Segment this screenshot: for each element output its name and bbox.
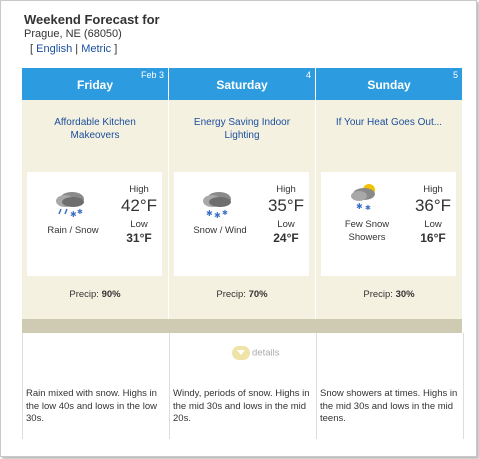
precip-value: 70%: [248, 289, 268, 300]
low-label: Low: [130, 219, 148, 230]
high-label: High: [423, 184, 443, 195]
rain-snow-icon: ✱ ✱: [56, 192, 84, 219]
high-temp: 35°F: [267, 196, 305, 215]
svg-text:✱: ✱: [222, 209, 228, 217]
svg-text:✱: ✱: [214, 211, 221, 220]
precip-value: 90%: [101, 289, 121, 300]
chevron-down-icon: [232, 346, 250, 360]
details-toggle[interactable]: details: [232, 346, 279, 360]
day-date: 4: [305, 70, 311, 80]
description-cell-friday: Rain mixed with snow. Highs in the low 4…: [22, 333, 169, 439]
day-header: Friday Feb 3: [22, 68, 168, 100]
day-column-friday: Friday Feb 3 Affordable Kitchen Makeover…: [22, 68, 168, 319]
condition-text: Few Snow Showers: [344, 219, 390, 243]
weather-box: ✱ ✱ ✱ Snow / Wind High 35°F Low 24°F: [174, 172, 309, 276]
widget-title: Weekend Forecast for: [24, 12, 160, 27]
precip-info: Precip: 90%: [22, 289, 168, 300]
precip-label: Precip:: [69, 289, 99, 300]
day-name: Saturday: [216, 78, 268, 92]
weather-box: ✱ ✱ Rain / Snow High 42°F Low 31°F: [27, 172, 162, 276]
bracket-open: [: [30, 43, 34, 55]
svg-text:✱: ✱: [356, 202, 363, 211]
day-name: Friday: [76, 78, 113, 92]
snow-showers-icon: ✱ ✱: [351, 184, 375, 212]
condition-text: Snow / Wind: [193, 225, 247, 236]
svg-text:✱: ✱: [70, 210, 77, 219]
metric-units-link[interactable]: Metric: [81, 43, 111, 55]
day-date: 5: [452, 70, 458, 80]
details-label: details: [252, 347, 280, 359]
low-temp: 31°F: [126, 231, 152, 245]
day-column-sunday: Sunday 5 If Your Heat Goes Out... ✱ ✱ Fe…: [316, 68, 462, 319]
forecast-description: Rain mixed with snow. Highs in the low 4…: [26, 388, 157, 424]
low-label: Low: [277, 219, 295, 230]
ad-link[interactable]: If Your Heat Goes Out...: [316, 100, 462, 156]
high-label: High: [276, 184, 296, 195]
svg-text:✱: ✱: [206, 209, 213, 218]
divider-bar: [22, 319, 462, 333]
description-cell-sunday: Snow showers at times. Highs in the mid …: [316, 333, 464, 439]
units-switcher: [ English | Metric ]: [30, 43, 160, 55]
low-temp: 24°F: [273, 231, 299, 245]
precip-label: Precip:: [216, 289, 246, 300]
svg-text:✱: ✱: [365, 204, 371, 212]
day-panel: Affordable Kitchen Makeovers ✱ ✱ Rain / …: [22, 100, 168, 319]
location-label: Prague, NE (68050): [24, 28, 122, 40]
precip-info: Precip: 70%: [169, 289, 315, 300]
day-column-saturday: Saturday 4 Energy Saving Indoor Lighting…: [169, 68, 315, 319]
snow-wind-icon: ✱ ✱ ✱: [203, 192, 231, 220]
header: Weekend Forecast for Prague, NE (68050) …: [24, 12, 160, 55]
ad-link[interactable]: Affordable Kitchen Makeovers: [22, 100, 168, 156]
forecast-description: Windy, periods of snow. Highs in the mid…: [173, 388, 310, 424]
high-temp: 36°F: [414, 196, 452, 215]
english-units-link[interactable]: English: [36, 43, 72, 55]
units-separator: |: [75, 43, 79, 55]
low-label: Low: [424, 219, 442, 230]
high-label: High: [129, 184, 149, 195]
day-date: Feb 3: [140, 70, 164, 80]
svg-text:✱: ✱: [77, 208, 83, 216]
day-panel: Energy Saving Indoor Lighting ✱ ✱ ✱ Snow…: [169, 100, 315, 319]
ad-link[interactable]: Energy Saving Indoor Lighting: [169, 100, 315, 156]
low-temp: 16°F: [420, 231, 446, 245]
forecast-description: Snow showers at times. Highs in the mid …: [320, 388, 458, 424]
day-name: Sunday: [367, 78, 411, 92]
day-header: Sunday 5: [316, 68, 462, 100]
weather-box: ✱ ✱ Few Snow Showers High 36°F Low 16°F: [321, 172, 456, 276]
precip-info: Precip: 30%: [316, 289, 462, 300]
day-panel: If Your Heat Goes Out... ✱ ✱ Few Snow Sh…: [316, 100, 462, 319]
precip-label: Precip:: [363, 289, 393, 300]
precip-value: 30%: [395, 289, 415, 300]
high-temp: 42°F: [120, 196, 158, 215]
bracket-close: ]: [114, 43, 118, 55]
condition-text: Rain / Snow: [47, 225, 99, 236]
day-header: Saturday 4: [169, 68, 315, 100]
